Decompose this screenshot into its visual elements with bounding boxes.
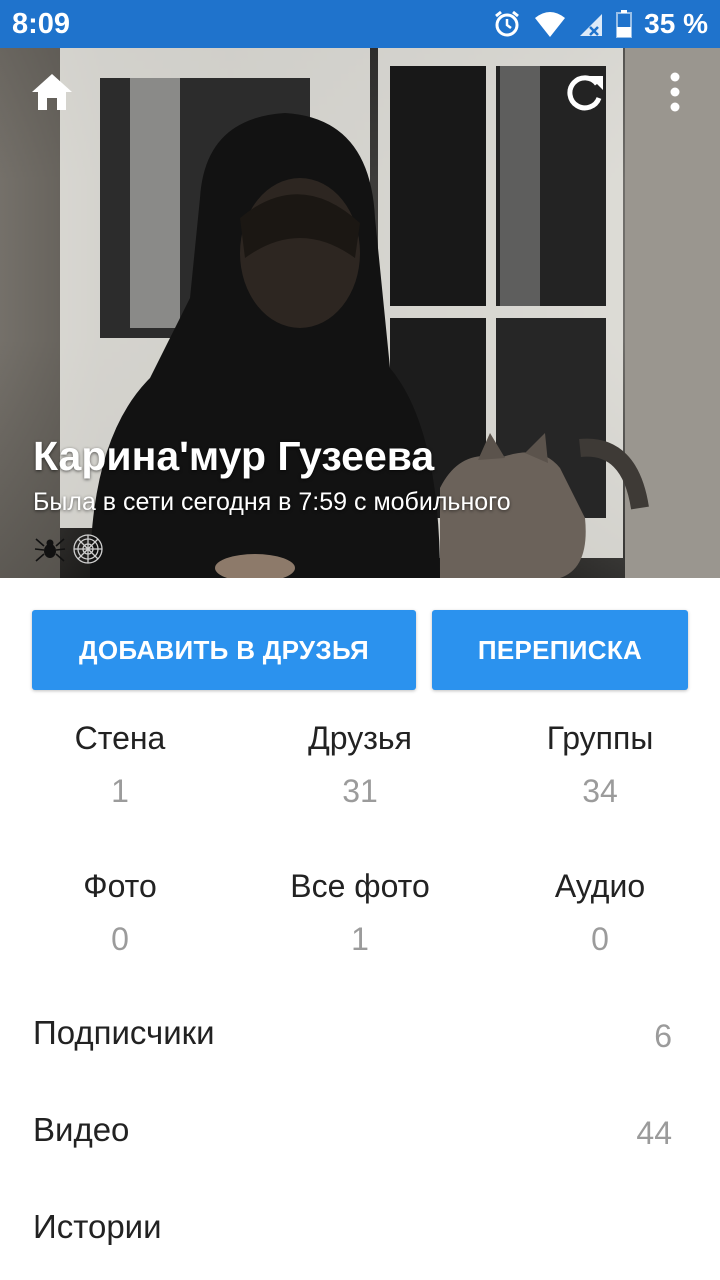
counter-value: 1: [351, 921, 369, 957]
counter-value: 31: [342, 773, 378, 809]
list-item-label: Истории: [33, 1208, 162, 1245]
signal-icon: [580, 14, 603, 36]
status-bar: 8:09 35 %: [0, 0, 720, 48]
list-item-stories[interactable]: Истории: [0, 1182, 720, 1278]
list-item-followers[interactable]: Подписчики 6: [0, 988, 720, 1084]
counter-label: Аудио: [554, 868, 646, 904]
add-friend-button[interactable]: ДОБАВИТЬ В ДРУЗЬЯ: [32, 610, 416, 690]
home-icon[interactable]: [28, 68, 76, 116]
status-emoji: [33, 532, 105, 566]
list-item-value: 44: [636, 1115, 672, 1151]
counter-label: Друзья: [308, 720, 412, 756]
counter-audio[interactable]: Аудио 0: [480, 868, 720, 958]
online-status: Была в сети сегодня в 7:59 с мобильного: [33, 488, 511, 516]
battery-percent: 35 %: [644, 8, 708, 39]
counter-value: 0: [591, 921, 609, 957]
counter-label: Группы: [546, 720, 654, 756]
profile-header: Карина'мур Гузеева Была в сети сегодня в…: [0, 48, 720, 578]
counter-friends[interactable]: Друзья 31: [240, 720, 480, 810]
list-item-label: Подписчики: [33, 1014, 215, 1051]
status-time: 8:09: [12, 8, 71, 40]
status-icons: 35 %: [492, 8, 708, 40]
counter-label: Все фото: [290, 868, 430, 904]
counter-photos[interactable]: Фото 0: [0, 868, 240, 958]
counter-label: Стена: [74, 720, 166, 756]
list-item-value: 6: [654, 1018, 672, 1054]
wifi-icon: [535, 12, 566, 37]
messages-button[interactable]: ПЕРЕПИСКА: [432, 610, 688, 690]
spider-icon: [34, 538, 66, 562]
counter-all-photos[interactable]: Все фото 1: [240, 868, 480, 958]
counter-value: 0: [111, 921, 129, 957]
counter-wall[interactable]: Стена 1: [0, 720, 240, 810]
battery-icon: [616, 10, 633, 38]
spider-web-icon: [73, 534, 103, 564]
profile-name: Карина'мур Гузеева: [33, 433, 435, 479]
counter-groups[interactable]: Группы 34: [480, 720, 720, 810]
list-item-videos[interactable]: Видео 44: [0, 1085, 720, 1181]
counter-label: Фото: [83, 868, 157, 904]
refresh-icon[interactable]: [561, 68, 609, 116]
alarm-icon: [495, 10, 520, 37]
counter-value: 34: [582, 773, 618, 809]
more-vert-icon[interactable]: [651, 68, 699, 116]
list-item-label: Видео: [33, 1111, 130, 1148]
counter-value: 1: [111, 773, 129, 809]
